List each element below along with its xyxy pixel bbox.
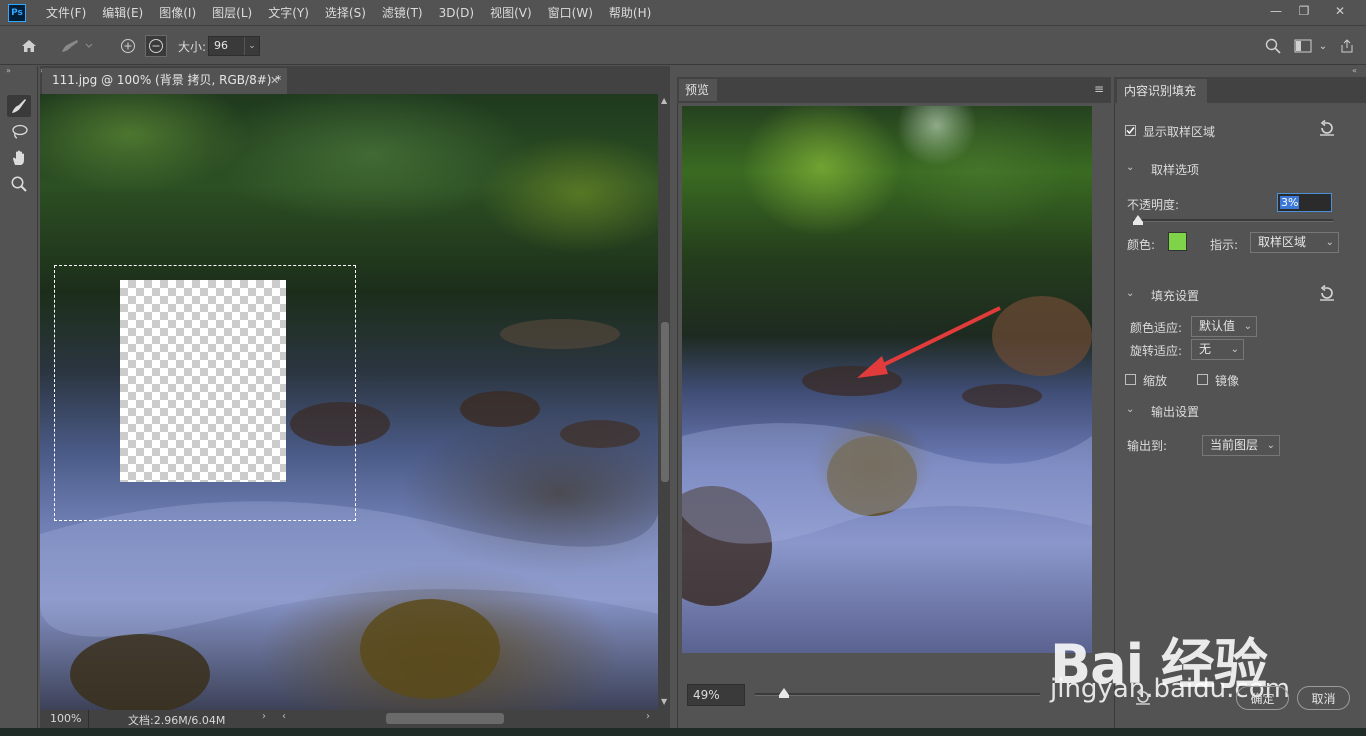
rotation-adaptation-label: 旋转适应: — [1130, 344, 1183, 358]
menu-filter[interactable]: 滤镜(T) — [374, 0, 431, 26]
share-icon[interactable] — [1336, 35, 1358, 57]
rotation-adaptation-dropdown-icon: ⌄ — [1230, 344, 1239, 355]
home-icon[interactable] — [18, 35, 40, 57]
subtract-from-sampling-icon[interactable] — [145, 35, 167, 57]
horizontal-scroll-thumb[interactable] — [386, 713, 504, 724]
search-icon[interactable] — [1262, 35, 1284, 57]
preview-zoom-slider[interactable] — [755, 693, 1040, 696]
fill-settings-heading: 填充设置 — [1151, 289, 1200, 303]
status-divider — [88, 710, 89, 728]
rotation-adaptation-value: 无 — [1199, 342, 1212, 356]
main-menu: 文件(F) 编辑(E) 图像(I) 图层(L) 文字(Y) 选择(S) 滤镜(T… — [38, 0, 659, 26]
zoom-level[interactable]: 100% — [50, 712, 81, 725]
menu-view[interactable]: 视图(V) — [482, 0, 540, 26]
output-to-dropdown[interactable]: 当前图层 ⌄ — [1202, 435, 1280, 456]
confirm-button[interactable]: 确定 — [1236, 686, 1289, 710]
menu-3d[interactable]: 3D(D) — [431, 0, 482, 26]
color-adaptation-label: 颜色适应: — [1130, 321, 1183, 335]
brush-preset-icon[interactable] — [56, 35, 96, 57]
rotation-adaptation-dropdown[interactable]: 无 ⌄ — [1191, 339, 1244, 360]
annotation-arrow-icon — [857, 306, 1001, 378]
preview-tab-bar — [677, 77, 1111, 103]
sampling-brush-tool-icon[interactable] — [7, 95, 31, 117]
output-to-dropdown-icon: ⌄ — [1266, 440, 1275, 451]
indicate-value: 取样区域 — [1258, 235, 1307, 249]
content-aware-fill-tab[interactable]: 内容识别填充 — [1117, 79, 1207, 105]
status-menu-icon[interactable]: › — [262, 711, 266, 722]
fill-section-chevron-icon[interactable]: ⌄ — [1126, 288, 1134, 299]
vertical-scroll-thumb[interactable] — [661, 322, 669, 482]
color-adaptation-value: 默认值 — [1199, 319, 1236, 333]
os-taskbar — [0, 728, 1366, 736]
photoshop-logo: Ps — [8, 4, 26, 22]
menu-image[interactable]: 图像(I) — [151, 0, 204, 26]
right-panel-collapse-icon[interactable]: « — [1352, 66, 1357, 75]
close-document-icon[interactable]: ✕ — [270, 74, 279, 87]
zoom-tool-icon[interactable] — [7, 173, 31, 195]
opacity-label: 不透明度: — [1127, 198, 1180, 212]
reset-all-icon[interactable] — [1134, 688, 1152, 708]
hand-tool-icon[interactable] — [7, 147, 31, 169]
sampling-section-chevron-icon[interactable]: ⌄ — [1126, 162, 1134, 173]
scroll-down-icon[interactable]: ▼ — [661, 697, 667, 706]
menu-window[interactable]: 窗口(W) — [540, 0, 601, 26]
restore-icon[interactable]: ❐ — [1290, 1, 1318, 21]
menu-edit[interactable]: 编辑(E) — [94, 0, 151, 26]
menu-file[interactable]: 文件(F) — [38, 0, 94, 26]
color-swatch[interactable] — [1168, 232, 1187, 251]
color-label: 颜色: — [1127, 238, 1156, 252]
scroll-up-icon[interactable]: ▲ — [661, 96, 667, 105]
preview-zoom-handle[interactable] — [779, 688, 789, 698]
color-adaptation-dropdown[interactable]: 默认值 ⌄ — [1191, 316, 1257, 337]
menu-layer[interactable]: 图层(L) — [204, 0, 260, 26]
mirror-label: 镜像 — [1215, 374, 1240, 388]
scroll-right-icon[interactable]: › — [646, 711, 650, 722]
close-icon[interactable]: ✕ — [1326, 1, 1354, 21]
document-info: 文档:2.96M/6.04M — [128, 714, 226, 727]
show-sampling-checkbox[interactable] — [1125, 125, 1136, 136]
mirror-checkbox[interactable] — [1197, 374, 1208, 385]
scroll-left-icon[interactable]: ‹ — [282, 711, 286, 722]
panel-collapse-icon[interactable]: » — [6, 66, 11, 75]
indicate-label: 指示: — [1210, 238, 1239, 252]
show-sampling-label: 显示取样区域 — [1143, 125, 1216, 139]
output-section-chevron-icon[interactable]: ⌄ — [1126, 404, 1134, 415]
preview-tab[interactable]: 预览 — [679, 79, 717, 101]
opacity-slider[interactable] — [1133, 219, 1333, 222]
size-label: 大小: — [178, 40, 207, 54]
opacity-slider-handle[interactable] — [1133, 215, 1143, 225]
workspace-dropdown-icon[interactable]: ⌄ — [1316, 35, 1330, 57]
lasso-tool-icon[interactable] — [7, 121, 31, 143]
document-canvas[interactable] — [40, 94, 658, 710]
scale-checkbox[interactable] — [1125, 374, 1136, 385]
preview-menu-icon[interactable]: ≡ — [1094, 82, 1104, 96]
menu-select[interactable]: 选择(S) — [317, 0, 374, 26]
scale-label: 缩放 — [1143, 374, 1168, 388]
output-to-value: 当前图层 — [1210, 438, 1259, 452]
indicate-dropdown-icon: ⌄ — [1325, 237, 1334, 248]
output-settings-heading: 输出设置 — [1151, 405, 1200, 419]
menu-type[interactable]: 文字(Y) — [260, 0, 317, 26]
opacity-value: 3% — [1280, 196, 1300, 209]
preview-zoom-input[interactable]: 49% — [687, 684, 745, 706]
indicate-dropdown[interactable]: 取样区域 ⌄ — [1250, 232, 1339, 253]
color-adaptation-dropdown-icon: ⌄ — [1243, 321, 1252, 332]
workspace-icon[interactable] — [1292, 35, 1314, 57]
document-tab-title: 111.jpg @ 100% (背景 拷贝, RGB/8#) * — [52, 73, 282, 87]
reset-sampling-icon[interactable] — [1318, 119, 1336, 139]
sampling-options-heading: 取样选项 — [1151, 163, 1200, 177]
size-dropdown-icon[interactable]: ⌄ — [244, 37, 259, 55]
opacity-input[interactable]: 3% — [1277, 193, 1332, 212]
menu-help[interactable]: 帮助(H) — [601, 0, 659, 26]
add-to-sampling-icon[interactable] — [117, 35, 139, 57]
cancel-button[interactable]: 取消 — [1297, 686, 1350, 710]
minimize-icon[interactable]: — — [1262, 1, 1290, 21]
output-to-label: 输出到: — [1127, 439, 1168, 453]
document-tab[interactable]: 111.jpg @ 100% (背景 拷贝, RGB/8#) * — [42, 68, 287, 94]
reset-fill-icon[interactable] — [1318, 284, 1336, 304]
transparent-fill-area — [120, 280, 286, 482]
